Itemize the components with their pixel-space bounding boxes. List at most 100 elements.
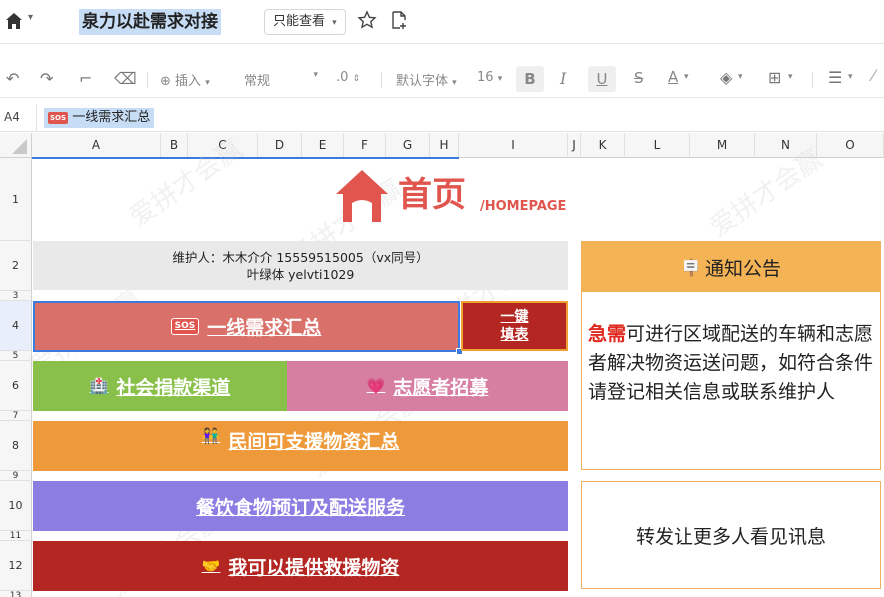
format-painter-icon[interactable]: ⌐ xyxy=(79,69,92,89)
row-header[interactable]: 8 xyxy=(0,421,32,471)
bold-button[interactable]: B xyxy=(516,66,544,92)
column-header[interactable]: B xyxy=(161,133,188,158)
insert-button[interactable]: ⊕ 插入 ▾ xyxy=(160,70,210,89)
notice-header: 🪧 通知公告 xyxy=(582,242,880,292)
column-header[interactable]: J xyxy=(568,133,581,158)
house-icon xyxy=(336,170,388,222)
chevron-down-icon: ▾ xyxy=(332,18,337,28)
column-header[interactable]: O xyxy=(817,133,884,158)
row-header[interactable]: 7 xyxy=(0,411,32,421)
column-header[interactable]: N xyxy=(755,133,817,158)
row-header[interactable]: 9 xyxy=(0,471,32,481)
food-delivery-link[interactable]: 餐饮食物预订及配送服务 xyxy=(33,481,568,531)
font-family-label: 默认字体 xyxy=(396,74,449,89)
star-button[interactable] xyxy=(357,10,379,32)
bold-icon: B xyxy=(524,70,536,88)
number-format-label: 常规 xyxy=(244,74,271,89)
chevron-down-icon[interactable]: ▾ xyxy=(788,72,793,82)
column-header[interactable]: G xyxy=(386,133,430,158)
hospital-icon: 🏥 xyxy=(89,377,109,395)
column-header[interactable]: M xyxy=(690,133,755,158)
one-click-line-1: 一键 xyxy=(500,309,529,325)
row-header[interactable]: 12 xyxy=(0,541,32,591)
urgent-label: 急需 xyxy=(588,323,627,345)
selection-border xyxy=(33,301,460,352)
row-header[interactable]: 6 xyxy=(0,361,32,411)
row-header[interactable]: 3 xyxy=(0,291,32,301)
underline-button[interactable]: U xyxy=(588,66,616,92)
add-page-button[interactable] xyxy=(389,10,411,32)
home-button[interactable]: ▾ xyxy=(4,11,40,33)
decimal-stepper[interactable]: .0 ⇕ xyxy=(336,70,360,85)
fill-color-icon[interactable]: ◈ xyxy=(720,68,732,88)
heart-icon: 💗 xyxy=(366,377,386,395)
column-header[interactable]: A xyxy=(32,133,161,158)
row-header[interactable]: 13 xyxy=(0,591,32,597)
row-header[interactable]: 2 xyxy=(0,241,32,291)
social-donation-label: 社会捐款渠道 xyxy=(116,376,231,399)
social-donation-link[interactable]: 🏥 社会捐款渠道 xyxy=(33,361,287,411)
selected-columns-indicator xyxy=(32,157,459,159)
chevron-down-icon: ▾ xyxy=(205,78,210,88)
column-header[interactable]: L xyxy=(625,133,690,158)
share-text: 转发让更多人看见讯息 xyxy=(635,525,826,548)
select-all-corner[interactable] xyxy=(0,133,32,158)
font-size-dropdown[interactable]: 16 ▾ xyxy=(477,70,502,85)
provide-supplies-link[interactable]: 🤝 我可以提供救援物资 xyxy=(33,541,568,591)
formula-bar: A4 SOS 一线需求汇总 xyxy=(0,104,884,132)
number-format-dropdown[interactable]: 常规 ▾ xyxy=(244,70,318,89)
row-header[interactable]: 4 xyxy=(0,301,32,351)
formatting-toolbar: ↶ ↷ ⌐ ⌫ ⊕ 插入 ▾ 常规 ▾ .0 ⇕ 默认字体 ▾ 16 ▾ B I… xyxy=(0,60,884,98)
column-header[interactable]: F xyxy=(344,133,386,158)
chevron-down-icon[interactable]: ▾ xyxy=(684,72,689,82)
share-box: 转发让更多人看见讯息 xyxy=(581,481,881,589)
star-icon xyxy=(357,10,377,29)
column-header[interactable]: K xyxy=(581,133,625,158)
sos-icon: SOS xyxy=(48,111,69,124)
chevron-down-icon[interactable]: ▾ xyxy=(738,72,743,82)
chevron-down-icon: ▾ xyxy=(497,74,503,84)
italic-icon[interactable]: I xyxy=(560,69,566,88)
notice-text: 可进行区域配送的车辆和志愿者解决物资运送问题，如符合条件请登记相关信息或联系维护… xyxy=(588,323,874,403)
notice-title: 通知公告 xyxy=(704,257,781,280)
spreadsheet-grid[interactable]: A B C D E F G H I J K L M N O 1 2 3 4 5 … xyxy=(0,133,884,597)
align-icon[interactable]: ☰ xyxy=(828,68,842,88)
one-click-fill-link[interactable]: 一键 填表 xyxy=(461,301,568,351)
view-mode-dropdown[interactable]: 只能查看 ▾ xyxy=(264,9,346,35)
chevron-down-icon: ▾ xyxy=(452,78,457,88)
signpost-icon: 🪧 xyxy=(681,257,701,277)
row-header[interactable]: 5 xyxy=(0,351,32,361)
eraser-icon[interactable]: ⌫ xyxy=(114,69,137,89)
chevron-down-icon: ▾ xyxy=(28,12,34,23)
row-header[interactable]: 10 xyxy=(0,481,32,531)
notice-panel: 🪧 通知公告 急需可进行区域配送的车辆和志愿者解决物资运送问题，如符合条件请登记… xyxy=(581,241,881,470)
chevron-down-icon[interactable]: ▾ xyxy=(848,72,853,82)
document-title[interactable]: 泉力以赴需求对接 xyxy=(79,9,221,35)
row-header[interactable]: 11 xyxy=(0,531,32,541)
strikethrough-icon[interactable]: S xyxy=(634,69,644,87)
font-family-dropdown[interactable]: 默认字体 ▾ xyxy=(396,70,457,89)
maintainer-line-2: 叶绿体 yelvti1029 xyxy=(246,267,355,282)
column-header[interactable]: D xyxy=(258,133,302,158)
more-divider: ⁄ xyxy=(872,66,875,85)
row-header[interactable]: 1 xyxy=(0,158,32,241)
column-header[interactable]: E xyxy=(302,133,344,158)
volunteer-recruit-link[interactable]: 💗 志愿者招募 xyxy=(287,361,568,411)
handshake-icon: 🤝 xyxy=(201,557,221,575)
plus-circle-icon: ⊕ xyxy=(160,74,171,89)
food-delivery-label: 餐饮食物预订及配送服务 xyxy=(195,496,405,519)
column-header[interactable]: C xyxy=(188,133,258,158)
stepper-arrows-icon: ⇕ xyxy=(352,74,361,84)
undo-icon[interactable]: ↶ xyxy=(6,69,19,89)
formula-text: 一线需求汇总 xyxy=(72,110,151,125)
formula-content[interactable]: SOS 一线需求汇总 xyxy=(44,108,155,128)
civil-supplies-link[interactable]: 👫 民间可支援物资汇总 xyxy=(33,421,568,471)
redo-icon[interactable]: ↷ xyxy=(40,69,53,89)
cell-reference[interactable]: A4 xyxy=(4,110,20,124)
font-color-icon[interactable]: A xyxy=(668,68,678,86)
civil-supplies-label: 民间可支援物资汇总 xyxy=(228,431,400,453)
column-header[interactable]: H xyxy=(430,133,459,158)
column-header[interactable]: I xyxy=(459,133,568,158)
border-icon[interactable]: ⊞ xyxy=(768,68,781,88)
decimal-label: .0 xyxy=(336,70,349,85)
